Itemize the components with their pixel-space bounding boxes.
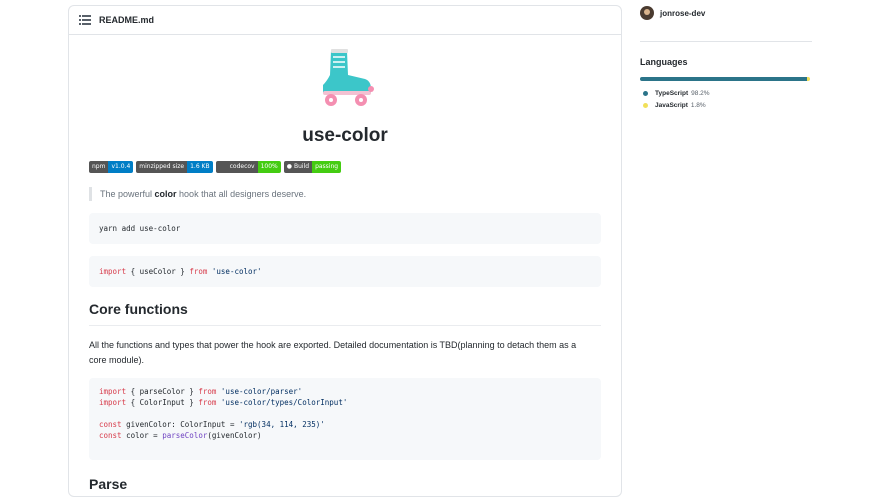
code-keyword: const — [99, 420, 122, 429]
tagline-prefix: The powerful — [100, 189, 155, 199]
badge-value: v1.0.4 — [108, 161, 134, 173]
code-keyword: from — [189, 267, 208, 276]
language-name: TypeScript — [655, 89, 689, 97]
badge-value: passing — [312, 161, 342, 173]
github-icon: ● — [286, 163, 292, 170]
language-item-javascript[interactable]: JavaScript 1.8% — [643, 99, 812, 111]
parse-heading: Parse — [89, 476, 128, 492]
badge-label: npm — [89, 161, 109, 173]
list-icon[interactable] — [79, 15, 91, 25]
divider — [640, 41, 812, 42]
code-keyword: from — [198, 398, 217, 407]
code-text: { useColor } — [126, 267, 190, 276]
core-functions-heading: Core functions — [89, 301, 601, 326]
contributor-name[interactable]: jonrose-dev — [660, 9, 705, 18]
code-string: 'rgb(34, 114, 235)' — [238, 420, 325, 429]
code-string: 'use-color' — [211, 267, 262, 276]
badge-row: npm v1.0.4 minzipped size 1.6 KB codecov… — [89, 161, 601, 173]
code-keyword: from — [198, 387, 217, 396]
badge-value: 100% — [257, 161, 281, 173]
language-color-dot — [643, 90, 648, 96]
code-text: (givenColor) — [207, 431, 262, 440]
code-keyword: import — [99, 387, 127, 396]
install-code-block: yarn add use-color — [89, 213, 601, 244]
language-item-typescript[interactable]: TypeScript 98.2% — [643, 87, 812, 99]
import-code-block: import { useColor } from 'use-color' — [89, 256, 601, 287]
languages-heading: Languages — [640, 57, 688, 67]
readme-filename: README.md — [99, 15, 155, 25]
code-string: 'use-color/types/ColorInput' — [216, 398, 348, 407]
readme-container: README.md use-color npm v1.0.4 minzipped… — [68, 5, 622, 497]
language-percent: 98.2% — [691, 89, 710, 97]
code-line: const color = parseColor(givenColor) — [99, 430, 591, 441]
usage-code-block: import { parseColor } from 'use-color/pa… — [89, 378, 601, 460]
contributor-row[interactable]: jonrose-dev — [640, 2, 812, 24]
badge-label: ● Build — [283, 161, 313, 173]
tagline-suffix: hook that all designers deserve. — [176, 189, 307, 199]
size-badge[interactable]: minzipped size 1.6 KB — [136, 161, 213, 173]
code-text: { parseColor } — [126, 387, 199, 396]
language-bar-segment-javascript[interactable] — [806, 77, 810, 81]
code-string: 'use-color/parser' — [216, 387, 303, 396]
code-line: import { parseColor } from 'use-color/pa… — [99, 386, 591, 397]
badge-label: codecov — [215, 161, 258, 173]
code-line: import { ColorInput } from 'use-color/ty… — [99, 397, 591, 408]
repo-sidebar: jonrose-dev Languages TypeScript 98.2% J… — [640, 0, 812, 111]
build-badge[interactable]: ● Build passing — [283, 161, 342, 173]
code-keyword: import — [99, 398, 127, 407]
roller-skate-image — [89, 45, 601, 109]
code-keyword: import — [99, 267, 127, 276]
language-color-dot — [643, 102, 648, 108]
language-list: TypeScript 98.2% JavaScript 1.8% — [640, 87, 812, 111]
tagline-quote: The powerful color hook that all designe… — [89, 187, 601, 201]
language-bar — [640, 77, 810, 81]
code-text: givenColor: ColorInput = — [121, 420, 239, 429]
project-title: use-color — [302, 125, 388, 146]
code-text: { ColorInput } — [126, 398, 199, 407]
language-percent: 1.8% — [690, 101, 706, 109]
language-name: JavaScript — [655, 101, 688, 109]
code-function: parseColor — [162, 431, 208, 440]
badge-value: 1.6 KB — [187, 161, 213, 173]
tagline-bold: color — [154, 189, 177, 199]
code-keyword: const — [99, 431, 122, 440]
code-line: const givenColor: ColorInput = 'rgb(34, … — [99, 419, 591, 430]
avatar[interactable] — [640, 6, 654, 20]
npm-version-badge[interactable]: npm v1.0.4 — [89, 161, 134, 173]
code-text: color = — [121, 431, 163, 440]
readme-header: README.md — [69, 6, 621, 35]
badge-label: minzipped size — [136, 161, 188, 173]
badge-label-text: Build — [294, 163, 310, 170]
language-bar-segment-typescript[interactable] — [640, 77, 807, 81]
codecov-badge[interactable]: codecov 100% — [215, 161, 281, 173]
install-command: yarn add use-color — [99, 224, 181, 233]
core-functions-paragraph: All the functions and types that power t… — [89, 340, 577, 365]
roller-skate-icon — [323, 49, 374, 106]
